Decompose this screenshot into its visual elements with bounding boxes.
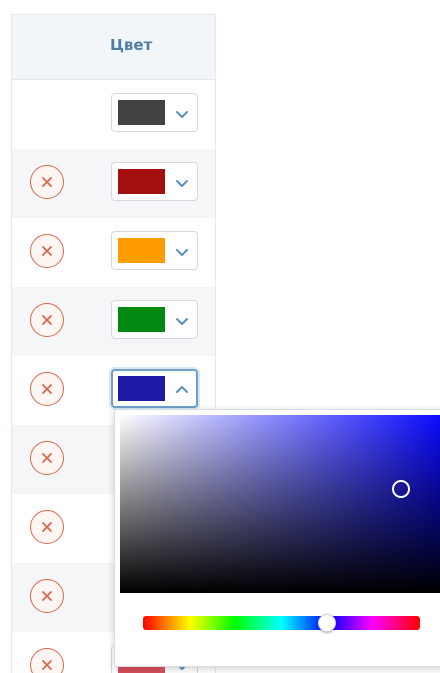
color-select[interactable] <box>111 300 198 339</box>
color-swatch <box>118 169 165 194</box>
close-icon <box>42 591 52 601</box>
color-swatch <box>118 307 165 332</box>
table-row <box>12 80 215 149</box>
remove-row-button[interactable] <box>30 579 64 613</box>
color-swatch <box>118 376 165 401</box>
table-header: Цвет <box>12 15 215 80</box>
hue-slider[interactable] <box>143 616 420 630</box>
color-select[interactable] <box>111 231 198 270</box>
table-row <box>12 218 215 287</box>
color-swatch <box>118 238 165 263</box>
color-swatch <box>118 100 165 125</box>
color-select[interactable] <box>111 369 198 408</box>
chevron-down-icon <box>175 106 189 120</box>
chevron-down-icon <box>175 175 189 189</box>
close-icon <box>42 522 52 532</box>
remove-row-button[interactable] <box>30 165 64 199</box>
close-icon <box>42 315 52 325</box>
remove-row-button[interactable] <box>30 234 64 268</box>
remove-row-button[interactable] <box>30 372 64 406</box>
close-icon <box>42 246 52 256</box>
remove-row-button[interactable] <box>30 648 64 673</box>
close-icon <box>42 453 52 463</box>
chevron-down-icon <box>175 313 189 327</box>
saturation-handle[interactable] <box>392 480 410 498</box>
table-row <box>12 287 215 356</box>
remove-row-button[interactable] <box>30 441 64 475</box>
color-select[interactable] <box>111 162 198 201</box>
chevron-up-icon <box>175 382 189 396</box>
chevron-down-icon <box>175 244 189 258</box>
close-icon <box>42 384 52 394</box>
remove-row-button[interactable] <box>30 303 64 337</box>
color-picker-popup <box>114 409 440 667</box>
hue-slider-handle[interactable] <box>318 614 336 632</box>
close-icon <box>42 177 52 187</box>
color-column-header: Цвет <box>110 36 153 54</box>
table-row <box>12 149 215 218</box>
page: Цвет <box>0 0 440 673</box>
close-icon <box>42 660 52 670</box>
saturation-brightness-panel[interactable] <box>120 415 440 593</box>
remove-row-button[interactable] <box>30 510 64 544</box>
color-select[interactable] <box>111 93 198 132</box>
